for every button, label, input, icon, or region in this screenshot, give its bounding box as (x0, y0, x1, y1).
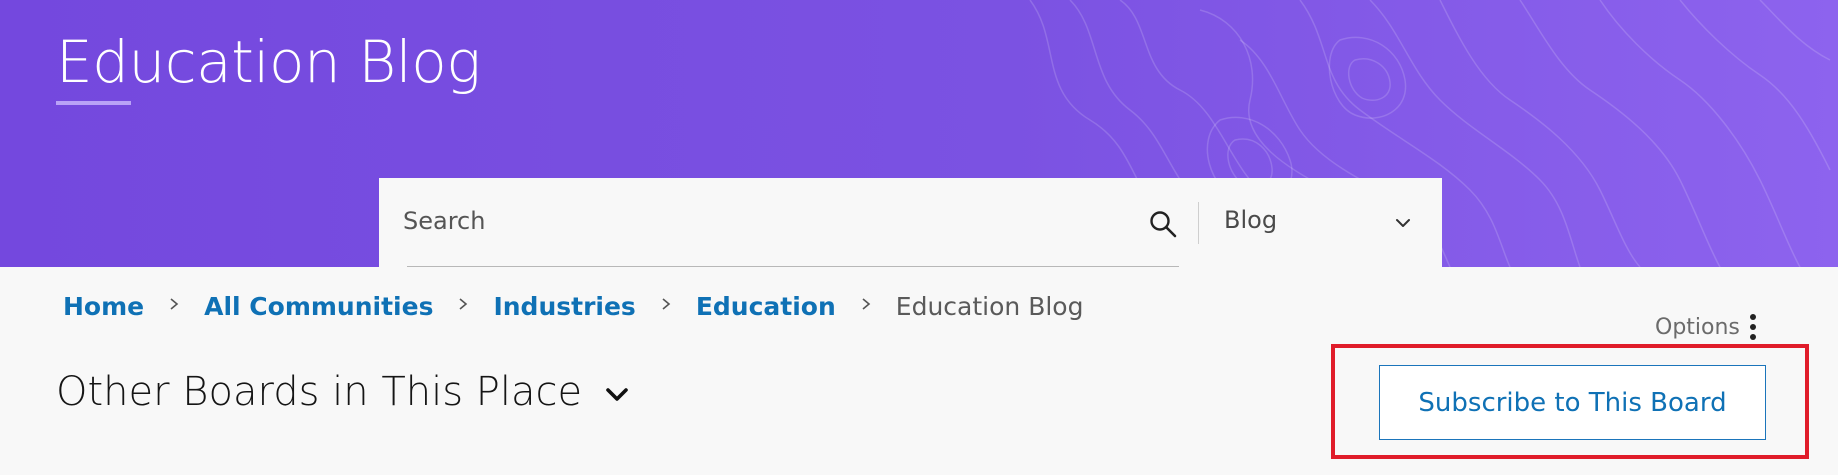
breadcrumb-current: Education Blog (895, 291, 1084, 321)
chevron-down-icon (606, 388, 628, 401)
kebab-menu-icon (1749, 314, 1756, 340)
breadcrumb-link-all-communities[interactable]: All Communities (204, 292, 433, 321)
search-input[interactable] (403, 200, 1143, 242)
breadcrumb-link-education[interactable]: Education (696, 292, 836, 321)
options-label: Options (1655, 314, 1740, 340)
search-scope-select[interactable]: Blog (1224, 200, 1424, 246)
chevron-down-icon (1396, 219, 1410, 227)
search-scope-label: Blog (1224, 206, 1278, 234)
breadcrumb-link-home[interactable]: Home (63, 292, 144, 321)
chevron-right-icon (459, 298, 468, 310)
options-menu-button[interactable]: Options (1655, 310, 1758, 344)
title-underline (56, 101, 131, 105)
breadcrumb-link-industries[interactable]: Industries (493, 292, 635, 321)
search-bar: Blog (379, 178, 1442, 267)
search-underline (407, 266, 1179, 267)
chevron-right-icon (170, 298, 179, 310)
header-banner: Education Blog Blog (0, 0, 1838, 267)
breadcrumb: Home All Communities Industries Educatio… (63, 290, 1083, 322)
subscribe-button[interactable]: Subscribe to This Board (1379, 365, 1766, 440)
other-boards-label: Other Boards in This Place (56, 369, 583, 415)
search-divider (1198, 202, 1199, 244)
search-icon[interactable] (1148, 209, 1178, 239)
other-boards-dropdown[interactable]: Other Boards in This Place (56, 364, 630, 420)
blog-title: Education Blog (56, 28, 481, 96)
chevron-right-icon (862, 298, 871, 310)
chevron-right-icon (662, 298, 671, 310)
